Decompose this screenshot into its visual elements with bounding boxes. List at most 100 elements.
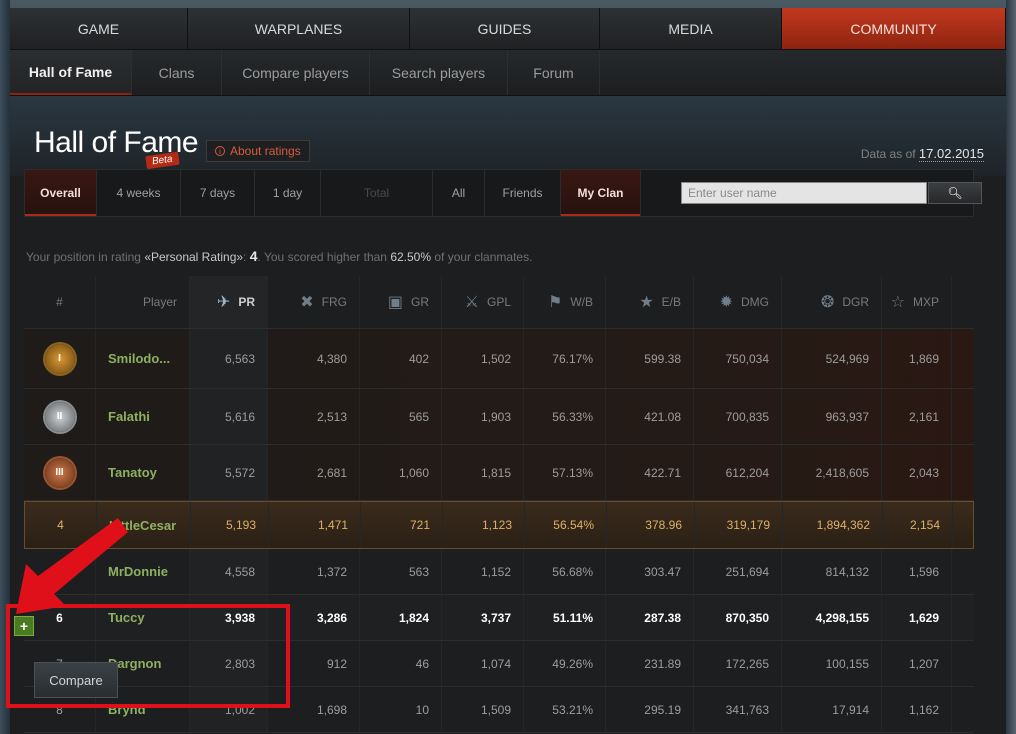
top-navigation: GAME WARPLANES GUIDES MEDIA COMMUNITY (10, 8, 1006, 50)
pr-cell: 2,803 (190, 641, 268, 686)
table-row[interactable]: 7Dargnon2,803912461,07449.26%231.89172,2… (24, 641, 974, 687)
mxp-cell: 1,629 (882, 595, 952, 640)
table-row[interactable]: 8 Brynd 1,002 1,698 10 1,509 53.21% 295.19 341,7… (24, 687, 974, 733)
mxp-cell: 1,596 (882, 549, 952, 594)
gpl-icon: ⚔ (464, 294, 479, 311)
frg-cell: 1,471 (269, 502, 361, 548)
dmg-cell: 172,265 (694, 641, 782, 686)
pr-cell: 4,558 (190, 549, 268, 594)
background-left (0, 0, 10, 734)
dmg-cell: 700,835 (694, 389, 782, 444)
position-rating-name: «Personal Rating» (144, 250, 244, 264)
compare-button[interactable]: Compare (34, 662, 118, 698)
background-right (1006, 0, 1016, 734)
mxp-cell: 1,869 (882, 329, 952, 388)
data-as-of-date[interactable]: 17.02.2015 (918, 146, 984, 162)
gr-cell: 565 (360, 389, 442, 444)
table-row[interactable]: 4 LittleCesar 5,193 1,471 721 1,123 56.54% 378.… (24, 501, 974, 549)
eb-cell: 599.38 (606, 329, 694, 388)
frg-icon: ✖ (300, 294, 314, 311)
frg-cell: 2,681 (268, 445, 360, 500)
eb-cell: 303.47 (606, 549, 694, 594)
column-header-gpl[interactable]: ⚔ GPL (442, 276, 524, 328)
gpl-cell: 1,903 (442, 389, 524, 444)
filter-my-clan[interactable]: My Clan (561, 170, 641, 216)
table-row[interactable]: III Tanatoy 5,572 2,681 1,060 1,815 57.13% 422.… (24, 445, 974, 501)
position-mid: . You scored higher than (257, 250, 387, 264)
dgr-cell: 2,418,605 (782, 445, 882, 500)
position-summary: Your position in rating «Personal Rating… (26, 248, 532, 264)
column-header-label: # (56, 295, 63, 309)
column-header-dmg[interactable]: ✹ DMG (694, 276, 782, 328)
sub-navigation: Hall of Fame Clans Compare players Searc… (10, 50, 1006, 96)
data-as-of: Data as of 17.02.2015 (860, 146, 984, 162)
frg-cell: 4,380 (268, 329, 360, 388)
eb-cell: 231.89 (606, 641, 694, 686)
annotation-arrow-icon (16, 518, 128, 614)
search-button[interactable]: 🔍︎ (928, 182, 982, 204)
dgr-cell: 524,969 (782, 329, 882, 388)
filter-7-days[interactable]: 7 days (181, 170, 255, 216)
gpl-cell: 1,509 (442, 687, 524, 732)
player-name[interactable]: Tanatoy (96, 445, 190, 500)
wb-cell: 53.21% (524, 687, 606, 732)
column-header-mxp[interactable]: ☆ MXP (882, 276, 952, 328)
table-header: # Player ✈ PR ✖ FRG ▣ GR ⚔ GPL ⚑ W/B ★ E/B ✹ DMG ❂ DGR ☆ MX… (24, 276, 974, 329)
position-rank: 4 (249, 248, 258, 264)
filter-bar: Overall 4 weeks 7 days 1 day Total All F… (24, 169, 982, 217)
dgr-cell: 4,298,155 (782, 595, 882, 640)
subnav-forum[interactable]: Forum (508, 50, 600, 95)
table-row[interactable]: II Falathi 5,616 2,513 565 1,903 56.33% 421.08 7… (24, 389, 974, 445)
subnav-compare-players[interactable]: Compare players (222, 50, 370, 95)
column-header-dgr[interactable]: ❂ DGR (782, 276, 882, 328)
about-ratings-label: About ratings (230, 144, 301, 158)
column-header-label: PR (238, 295, 255, 309)
player-name[interactable]: Smilodo... (96, 329, 190, 388)
filter-all[interactable]: All (433, 170, 485, 216)
subnav-clans[interactable]: Clans (132, 50, 222, 95)
filter-1-day[interactable]: 1 day (255, 170, 321, 216)
player-name[interactable]: Falathi (96, 389, 190, 444)
wb-cell: 51.11% (524, 595, 606, 640)
table-row[interactable]: 5MrDonnie4,5581,3725631,15256.68%303.472… (24, 549, 974, 595)
column-header-wb[interactable]: ⚑ W/B (524, 276, 606, 328)
filter-overall[interactable]: Overall (25, 170, 97, 216)
filter-friends[interactable]: Friends (485, 170, 561, 216)
wb-cell: 56.54% (525, 502, 607, 548)
subnav-hall-of-fame[interactable]: Hall of Fame (10, 50, 132, 95)
column-header-gr[interactable]: ▣ GR (360, 276, 442, 328)
column-header-label: DGR (842, 295, 869, 309)
column-header-frg[interactable]: ✖ FRG (268, 276, 360, 328)
column-header-pr[interactable]: ✈ PR (190, 276, 268, 328)
silver-medal-icon: II (44, 401, 75, 432)
filter-4-weeks[interactable]: 4 weeks (97, 170, 181, 216)
pr-cell: 5,616 (190, 389, 268, 444)
mxp-cell: 2,043 (882, 445, 952, 500)
pr-cell: 3,938 (190, 595, 268, 640)
nav-guides[interactable]: GUIDES (410, 8, 600, 49)
subnav-search-players[interactable]: Search players (370, 50, 508, 95)
data-as-of-label: Data as of (860, 147, 916, 161)
column-header-label: MXP (912, 295, 939, 309)
about-ratings-link[interactable]: i About ratings (206, 140, 310, 162)
gr-cell: 721 (361, 502, 443, 548)
nav-game[interactable]: GAME (10, 8, 188, 49)
column-header-eb[interactable]: ★ E/B (606, 276, 694, 328)
pr-cell: 5,193 (191, 502, 269, 548)
user-search-input[interactable]: Enter user name (681, 182, 927, 204)
dmg-cell: 319,179 (695, 502, 783, 548)
dmg-cell: 870,350 (694, 595, 782, 640)
wb-cell: 76.17% (524, 329, 606, 388)
table-row[interactable]: I Smilodo... 6,563 4,380 402 1,502 76.17% 599.3… (24, 329, 974, 389)
pr-cell: 1,002 (190, 687, 268, 732)
nav-warplanes[interactable]: WARPLANES (188, 8, 410, 49)
column-header-label: GPL (486, 295, 511, 309)
nav-community[interactable]: COMMUNITY (782, 8, 1006, 49)
rank-cell: I (24, 329, 96, 388)
position-sep: : (243, 250, 247, 264)
column-header-label: FRG (321, 295, 347, 309)
nav-media[interactable]: MEDIA (600, 8, 782, 49)
table-row[interactable]: 6 Tuccy 3,938 3,286 1,824 3,737 51.11% 287.38 87… (24, 595, 974, 641)
column-header-label: W/B (570, 295, 593, 309)
eb-icon: ★ (639, 294, 654, 311)
